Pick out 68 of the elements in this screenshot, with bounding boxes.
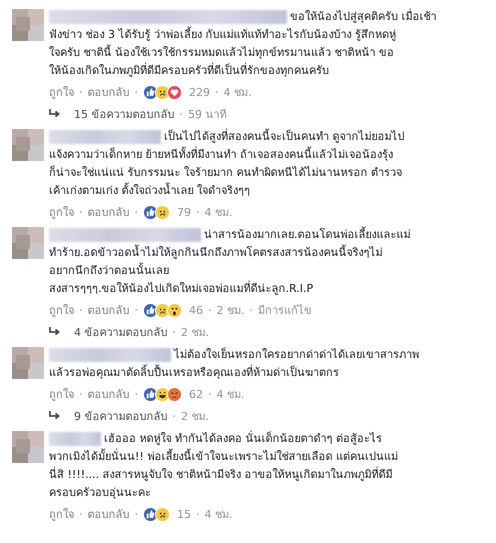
edited-label[interactable]: มีการแก้ไข (258, 301, 312, 319)
comment-text: ทำร้าย.อดข้าวอดน้ำไม่ให้ลูกกินนึกถึงภาพโคตรสงสารน้องคนนี้จริงๆไม่ (49, 244, 384, 261)
comment-text: พวกเมิงได้มั้ยนั่นน!! พ่อเลี้ยงนี้เข้าใจนะเพราะไม่ใช่สายเลือด แต่คนเปนแม่ (49, 448, 399, 465)
comment-text: ก็น่าจะใช่แน่แน่ รับกรรมนะ ใจร้ายมาก คนทำผิดหนีได้ไม่นานหรอก ตำรวจ (49, 164, 403, 181)
comment-text: อยากนึกถึงว่าตอนนั้นเลย (49, 262, 170, 279)
separator: · (79, 86, 82, 98)
comment-text: ใจครับ ชาตินี้ น้องใช้เวรใช้กรรมหมดแล้วไม่ทุกข์ทรมานแล้ว ชาติหน้า ขอ (49, 44, 395, 61)
comment-text: แจ้งความว่าเด็กหาย ย้ายหนีทั้งที่มีงานทำ ถ้าเจอสองคนนี้แล้วไม่เจอน้องรุ้ง (49, 146, 394, 163)
separator: · (134, 206, 138, 218)
comment-text: ขอให้น้องไปสู่สุคติครับ เมื่อเช้า (290, 8, 436, 25)
timestamp: 2 ชม. (216, 303, 244, 319)
comment-text: ให้น้องเกิดในภพภูมิที่ดีมีครอบครัวที่ดีเป็นที่รักของทุกคนครับ (49, 62, 330, 79)
replies-link[interactable]: 9 ข้อความตอบกลับ (74, 407, 168, 425)
like-link[interactable]: ถูกใจ (49, 505, 74, 523)
comment-text: เฮ้อออ หดหู่ใจ ทำกันได้ลงคอ นั่นเด็กน้อยตาดำๆ ต่อสู้อะไร (104, 430, 382, 447)
separator: · (208, 304, 212, 316)
reply-link[interactable]: ตอบกลับ (88, 203, 130, 221)
timestamp: 59 นาที (188, 107, 226, 123)
reply-link[interactable]: ตอบกลับ (88, 385, 130, 403)
comment-text: สงสารๆๆๆ.ขอให้น้องไปเกิดใหม่เจอพ่อแมที่ดีน่ะลูก.R.I.P (49, 280, 314, 297)
comment-text: น่าสารน้องมากเลย.ตอนโดนพ่อเลี้ยงและแม่ (204, 226, 410, 243)
replies-link[interactable]: 4 ข้อความตอบกลับ (74, 323, 168, 341)
reply-arrow-icon (49, 411, 61, 421)
reply-arrow-icon (49, 109, 61, 119)
reaction-count[interactable]: 46 (189, 304, 203, 316)
separator: · (79, 304, 82, 316)
timestamp: 4 ชม. (224, 85, 252, 101)
reaction-count[interactable]: 229 (189, 86, 210, 98)
reaction-count[interactable]: 15 (177, 508, 191, 520)
timestamp: 4 ชม. (216, 387, 244, 403)
like-link[interactable]: ถูกใจ (49, 203, 74, 221)
like-link[interactable]: ถูกใจ (49, 83, 74, 101)
separator: · (79, 388, 82, 400)
timestamp: 4 ชม. (204, 205, 232, 221)
separator: · (134, 508, 138, 520)
separator: · (134, 388, 138, 400)
comment-text: ไม่ต้องใจเย็นหรอกใครอยากด่าด่าได้เลยเขาสารภาพ (174, 346, 419, 363)
reaction-count[interactable]: 79 (177, 206, 191, 218)
separator: · (134, 86, 138, 98)
timestamp: 4 ชม. (204, 507, 232, 523)
reply-link[interactable]: ตอบกลับ (88, 301, 130, 319)
comment-text: นี่สิ !!!!.... สงสารหนูจับใจ ชาติหน้ามีจริง อาขอให้หนูเกิดมาในภพภูมิที่ดีมี (49, 466, 394, 483)
comment-text: เป็นไปได้สูงที่สองคนนี้จะเป็นคนทำ ดูจากไม่ยอมไป (164, 128, 404, 145)
blurred-name (49, 432, 101, 446)
separator: · (215, 86, 218, 98)
separator: · (172, 410, 176, 422)
like-link[interactable]: ถูกใจ (49, 301, 74, 319)
reply-arrow-icon (49, 327, 61, 337)
separator: · (196, 508, 200, 520)
separator: · (250, 304, 253, 316)
comment-text: แล้วรอพ่อคุณมาตัดลิ้บปื้นเหรอหรือคุณเองที่ห้ามด่าเป็นฆาตกร (49, 364, 340, 381)
separator: · (79, 508, 82, 520)
comment-text: ฟังข่าว ช่อง 3 ได้รับรู้ ว่าพ่อเลี้ยง กับแม่แท้แท้ทำอะไรกับน้องบ้าง รู้สึกหดหู่ (49, 26, 397, 43)
separator: · (208, 388, 212, 400)
comment-text: เค้าเก่งตามเก่ง ตั้งใจถ่วงน้ำเลย ใจดำจริงๆๆ (49, 182, 251, 199)
separator: · (196, 206, 200, 218)
separator: · (134, 304, 138, 316)
separator: · (79, 206, 82, 218)
timestamp: 2 ชม. (181, 325, 209, 341)
replies-link[interactable]: 15 ข้อความตอบกลับ (74, 105, 174, 123)
separator: · (180, 108, 183, 120)
reply-link[interactable]: ตอบกลับ (88, 83, 130, 101)
reaction-count[interactable]: 62 (189, 388, 203, 400)
reply-link[interactable]: ตอบกลับ (88, 505, 130, 523)
separator: · (172, 326, 176, 338)
timestamp: 2 ชม. (181, 409, 209, 425)
like-link[interactable]: ถูกใจ (49, 385, 74, 403)
comment-text: ครอบครัวอบอุ่นนะคะ (49, 485, 152, 501)
